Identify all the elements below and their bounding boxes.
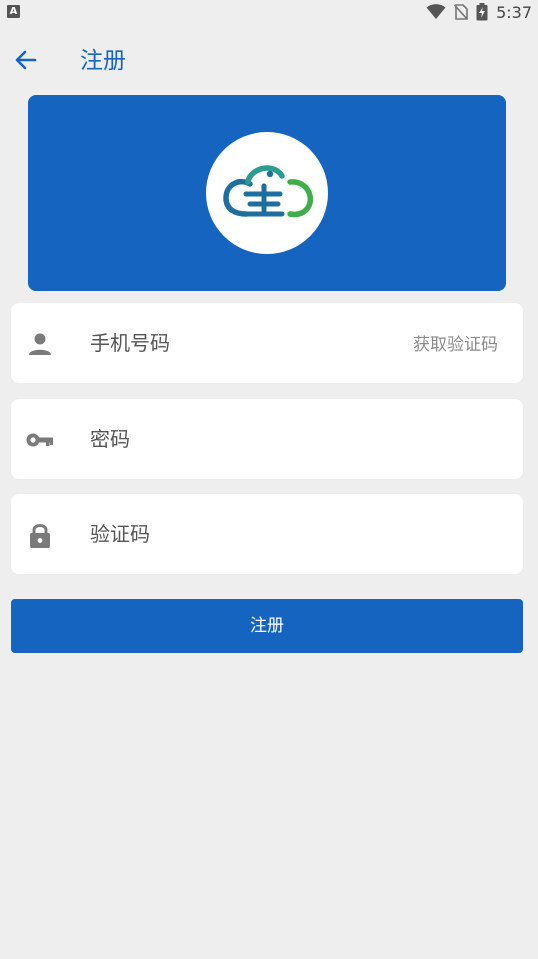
register-button[interactable]: 注册 [11,599,523,653]
banner [28,95,506,291]
status-time: 5:37 [496,2,532,22]
lock-icon [30,524,50,548]
back-button[interactable] [10,44,42,76]
logo [206,132,328,254]
status-bar: A 5:37 [0,0,538,24]
no-sim-icon [454,4,469,20]
password-field[interactable]: 密码 [11,399,523,479]
wifi-icon [426,4,446,19]
page-title: 注册 [80,48,126,74]
cloud-logo-icon [223,165,313,218]
battery-charging-icon [476,3,488,21]
phone-field[interactable]: 手机号码 获取验证码 [11,303,523,383]
verification-code-input[interactable]: 验证码 [90,520,150,548]
get-code-button[interactable]: 获取验证码 [413,333,498,357]
phone-input[interactable]: 手机号码 [90,329,170,357]
status-icons: 5:37 [426,2,532,22]
verification-code-field[interactable]: 验证码 [11,494,523,574]
notification-icon: A [7,5,20,18]
app-bar: 注册 [0,30,538,92]
key-icon [26,433,53,447]
arrow-left-icon [15,50,37,70]
person-icon [29,333,51,355]
password-input[interactable]: 密码 [90,425,130,453]
